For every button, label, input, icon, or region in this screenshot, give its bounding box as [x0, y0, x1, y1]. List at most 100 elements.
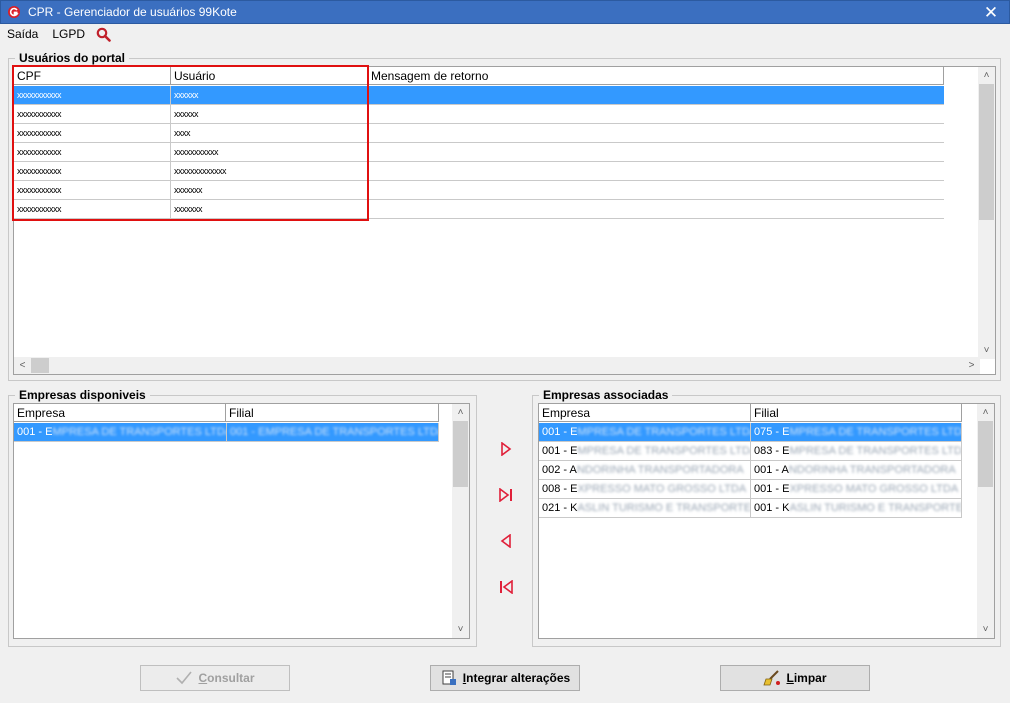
available-group-title: Empresas disponiveis — [15, 388, 150, 402]
mensagem-cell — [368, 86, 944, 104]
filial-cell: 075 - EMPRESA DE TRANSPORTES LTDA — [751, 423, 962, 441]
empresa-code: 001 - E — [542, 426, 578, 438]
empresa-code: 008 - E — [542, 483, 578, 495]
empresa-cell: 002 - ANDORINHA TRANSPORTADORA — [539, 461, 751, 479]
table-row[interactable]: 021 - KASLIN TURISMO E TRANSPORTES 001 - … — [539, 499, 962, 518]
move-left-icon[interactable] — [496, 531, 516, 551]
users-horizontal-scrollbar[interactable]: < > — [14, 357, 980, 374]
available-vertical-scrollbar[interactable]: ˄ ˅ — [452, 404, 469, 638]
filial-code: 001 - A — [754, 464, 789, 476]
available-companies-grid: Empresa Filial 001 - EMPRESA DE TRANSPOR… — [13, 403, 470, 639]
associated-grid-header: Empresa Filial — [539, 404, 962, 422]
empresa-code: 001 - E — [17, 426, 53, 438]
move-all-left-icon[interactable] — [496, 577, 516, 597]
table-row[interactable]: 001 - EMPRESA DE TRANSPORTES LTDA 001 - E… — [14, 423, 439, 442]
chevron-up-icon[interactable]: ˄ — [978, 67, 995, 84]
mensagem-cell — [368, 181, 944, 199]
integrar-alteracoes-button[interactable]: Integrar alterações — [430, 665, 580, 691]
limpar-button[interactable]: Limpar — [720, 665, 870, 691]
document-edit-icon — [440, 669, 458, 687]
empresa-name-redacted: XPRESSO MATO GROSSO LTDA — [577, 483, 747, 495]
integrar-button-label: ntegrar alterações — [466, 671, 571, 685]
filial-name-redacted: MPRESA DE TRANSPORTES LTDA — [789, 426, 962, 438]
window-title: CPR - Gerenciador de usuários 99Kote — [28, 5, 237, 19]
empresa-cell: 001 - EMPRESA DE TRANSPORTES LTDA — [14, 423, 227, 441]
broom-icon — [763, 669, 781, 687]
filial-cell: 001 - EXPRESSO MATO GROSSO LTDA — [751, 480, 962, 498]
mensagem-cell — [368, 143, 944, 161]
empresa-cell: 008 - EXPRESSO MATO GROSSO LTDA — [539, 480, 751, 498]
consultar-button-label: onsultar — [207, 671, 255, 685]
mensagem-cell — [368, 162, 944, 180]
column-header-filial[interactable]: Filial — [751, 404, 962, 422]
chevron-up-icon[interactable]: ˄ — [977, 404, 994, 421]
column-header-empresa[interactable]: Empresa — [14, 404, 226, 422]
highlight-rectangle — [12, 65, 369, 221]
app-logo-icon — [6, 4, 22, 20]
available-grid-header: Empresa Filial — [14, 404, 439, 422]
table-row[interactable]: 008 - EXPRESSO MATO GROSSO LTDA 001 - EXP… — [539, 480, 962, 499]
mensagem-cell — [368, 124, 944, 142]
empresa-name-redacted: MPRESA DE TRANSPORTES LTDA — [577, 426, 751, 438]
users-group-title: Usuários do portal — [15, 51, 130, 65]
filial-code: 083 - E — [754, 445, 790, 457]
scroll-thumb[interactable] — [979, 84, 994, 220]
empresa-cell: 001 - EMPRESA DE TRANSPORTES LTDA — [539, 442, 751, 460]
table-row[interactable]: 001 - EMPRESA DE TRANSPORTES LTDA 075 - E… — [539, 423, 962, 442]
column-header-mensagem[interactable]: Mensagem de retorno — [368, 67, 944, 85]
search-icon[interactable] — [94, 25, 112, 43]
filial-cell: 001 - ANDORINHA TRANSPORTADORA — [751, 461, 962, 479]
filial-name-redacted: XPRESSO MATO GROSSO LTDA — [789, 483, 959, 495]
checkmark-icon — [175, 669, 193, 687]
filial-code: 075 - E — [754, 426, 790, 438]
filial-code: 001 - E — [754, 483, 790, 495]
consultar-button-mnemonic: C — [198, 671, 208, 685]
associated-group-title: Empresas associadas — [539, 388, 673, 402]
filial-name-redacted: 001 - EMPRESA DE TRANSPORTES LTDA — [230, 426, 439, 438]
empresa-code: 021 - K — [542, 502, 578, 514]
filial-name-redacted: ASLIN TURISMO E TRANSPORTES — [789, 502, 962, 514]
scroll-thumb[interactable] — [31, 358, 49, 373]
scroll-thumb[interactable] — [453, 421, 468, 487]
filial-cell: 001 - KASLIN TURISMO E TRANSPORTES — [751, 499, 962, 517]
empresa-cell: 001 - EMPRESA DE TRANSPORTES LTDA — [539, 423, 751, 441]
empresa-name-redacted: NDORINHA TRANSPORTADORA — [576, 464, 744, 476]
menu-lgpd[interactable]: LGPD — [45, 27, 92, 41]
chevron-down-icon[interactable]: ˅ — [978, 342, 995, 359]
filial-cell: 001 - EMPRESA DE TRANSPORTES LTDA — [227, 423, 439, 441]
empresa-cell: 021 - KASLIN TURISMO E TRANSPORTES — [539, 499, 751, 517]
chevron-left-icon[interactable]: < — [14, 357, 31, 374]
users-vertical-scrollbar[interactable]: ˄ ˅ — [978, 67, 995, 359]
empresa-name-redacted: MPRESA DE TRANSPORTES LTDA — [52, 426, 227, 438]
chevron-up-icon[interactable]: ˄ — [452, 404, 469, 421]
chevron-down-icon[interactable]: ˅ — [452, 621, 469, 638]
filial-name-redacted: MPRESA DE TRANSPORTES LTDA — [789, 445, 962, 457]
column-header-filial[interactable]: Filial — [226, 404, 439, 422]
scroll-thumb[interactable] — [978, 421, 993, 487]
chevron-right-icon[interactable]: > — [963, 357, 980, 374]
column-header-empresa[interactable]: Empresa — [539, 404, 751, 422]
table-row[interactable]: 002 - ANDORINHA TRANSPORTADORA 001 - ANDO… — [539, 461, 962, 480]
consultar-button[interactable]: Consultar — [140, 665, 290, 691]
limpar-button-mnemonic: L — [786, 671, 794, 685]
filial-code: 001 - K — [754, 502, 790, 514]
move-all-right-icon[interactable] — [496, 485, 516, 505]
limpar-button-label: impar — [793, 671, 827, 685]
associated-companies-grid: Empresa Filial 001 - EMPRESA DE TRANSPOR… — [538, 403, 995, 639]
menu-saida[interactable]: Saída — [0, 27, 45, 41]
chevron-down-icon[interactable]: ˅ — [977, 621, 994, 638]
close-window-button[interactable]: ✕ — [981, 3, 1001, 23]
table-row[interactable]: 001 - EMPRESA DE TRANSPORTES LTDA 083 - E… — [539, 442, 962, 461]
empresa-code: 002 - A — [542, 464, 577, 476]
associated-vertical-scrollbar[interactable]: ˄ ˅ — [977, 404, 994, 638]
filial-cell: 083 - EMPRESA DE TRANSPORTES LTDA — [751, 442, 962, 460]
mensagem-cell — [368, 200, 944, 218]
menu-bar: Saída LGPD — [0, 24, 1010, 44]
empresa-name-redacted: ASLIN TURISMO E TRANSPORTES — [577, 502, 751, 514]
filial-name-redacted: NDORINHA TRANSPORTADORA — [788, 464, 956, 476]
mensagem-cell — [368, 105, 944, 123]
empresa-code: 001 - E — [542, 445, 578, 457]
empresa-name-redacted: MPRESA DE TRANSPORTES LTDA — [577, 445, 751, 457]
move-right-icon[interactable] — [496, 439, 516, 459]
title-bar: CPR - Gerenciador de usuários 99Kote ✕ — [0, 0, 1010, 24]
